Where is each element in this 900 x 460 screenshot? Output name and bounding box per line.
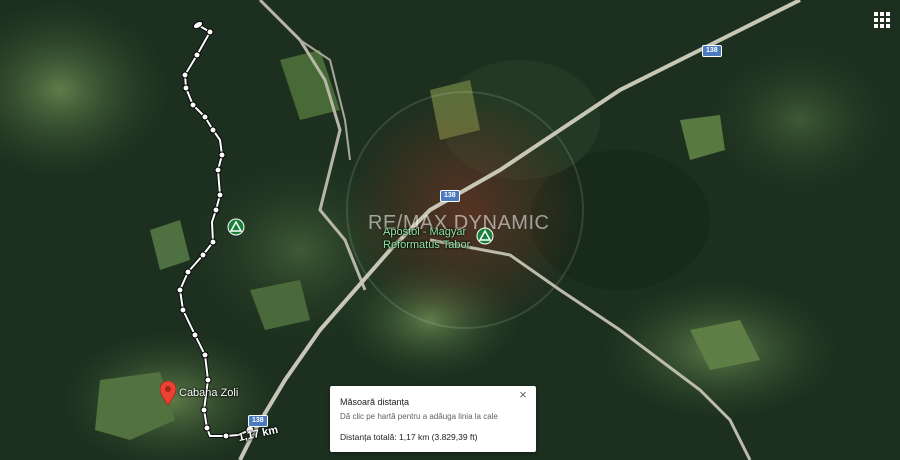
road-shield: 138 (248, 415, 268, 427)
measure-title: Măsoară distanța (340, 397, 410, 407)
road-shield: 138 (702, 45, 722, 57)
campground-icon[interactable] (227, 218, 245, 236)
place-label-cabana[interactable]: Cabana Zoli (179, 387, 238, 400)
satellite-map[interactable]: 138 138 138 RE/MAX DYNAMIC Apostol - Mag… (0, 0, 900, 460)
close-icon[interactable]: × (516, 388, 530, 402)
measure-distance-panel: Măsoară distanța × Dă clic pe hartă pent… (330, 386, 536, 452)
apps-grid-icon[interactable] (874, 12, 890, 28)
road-shield: 138 (440, 190, 460, 202)
map-pin-icon[interactable] (160, 381, 176, 405)
place-label-tabor[interactable]: Apostol - Magyar Reformatus Tabor (383, 226, 470, 252)
measure-total-distance: Distanța totală: 1,17 km (3.829,39 ft) (340, 432, 478, 442)
measure-hint: Dă clic pe hartă pentru a adăuga linia l… (340, 412, 498, 421)
